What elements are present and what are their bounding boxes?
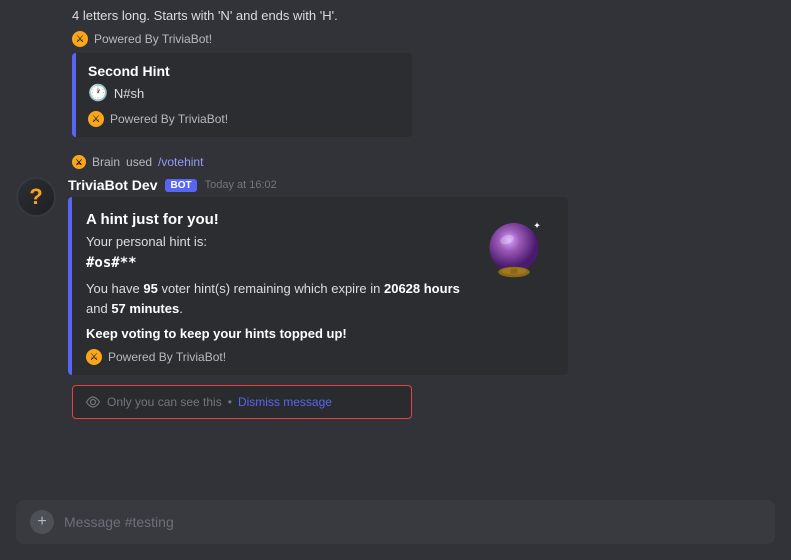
dismiss-separator: • [228,395,232,409]
second-hint-embed: Second Hint 🕐 N#sh ⚔ Powered By TriviaBo… [72,53,412,137]
command-user: Brain [92,155,120,169]
hint-embed-subtitle: Your personal hint is: [86,234,462,249]
eye-icon [85,394,101,410]
hint-embed-footer: ⚔ Powered By TriviaBot! [86,349,462,365]
hint-embed-text: A hint just for you! Your personal hint … [86,211,462,365]
hint-embed-code: #os#** [86,255,462,271]
hint-embed: A hint just for you! Your personal hint … [68,197,568,375]
partial-footer: ⚔ Powered By TriviaBot! [72,31,775,47]
second-hint-value: 🕐 N#sh [88,83,400,103]
message-header: TriviaBot Dev BOT Today at 16:02 [68,177,775,193]
command-action: used [126,155,152,169]
avatar [16,177,56,217]
hint-footer-text: Powered By TriviaBot! [108,350,226,364]
second-hint-title: Second Hint [88,63,400,79]
second-hint-footer-text: Powered By TriviaBot! [110,112,228,126]
dismiss-message-row: Only you can see this • Dismiss message [72,385,412,419]
command-name: /votehint [158,155,203,169]
message-content: TriviaBot Dev BOT Today at 16:02 A hint … [68,177,775,375]
hint-embed-body: You have 95 voter hint(s) remaining whic… [86,279,462,318]
hint-embed-cta: Keep voting to keep your hints topped up… [86,326,462,341]
trivia-icon-partial: ⚔ [72,31,88,47]
bot-badge: BOT [165,179,196,192]
message-input-bar[interactable]: + Message #testing [16,500,775,544]
command-line: ⚔ Brain used /votehint [72,155,775,169]
svg-text:✦: ✦ [533,220,541,230]
trivia-icon-second: ⚔ [88,111,104,127]
bot-message-row: TriviaBot Dev BOT Today at 16:02 A hint … [16,177,775,375]
hint-embed-title: A hint just for you! [86,211,462,228]
partial-footer-text: Powered By TriviaBot! [94,32,212,46]
partial-hint-text: 4 letters long. Starts with 'N' and ends… [72,8,775,23]
bot-username: TriviaBot Dev [68,177,157,193]
add-attachment-button[interactable]: + [30,510,54,534]
message-input[interactable]: Message #testing [64,514,174,530]
slash-command-icon: ⚔ [72,155,86,169]
dismiss-only-you-text: Only you can see this [107,395,222,409]
dismiss-link[interactable]: Dismiss message [238,395,332,409]
message-timestamp: Today at 16:02 [205,179,277,191]
trivia-icon-hint: ⚔ [86,349,102,365]
second-hint-footer: ⚔ Powered By TriviaBot! [88,111,400,127]
crystal-ball-image: ✦ ✦ [474,211,554,291]
